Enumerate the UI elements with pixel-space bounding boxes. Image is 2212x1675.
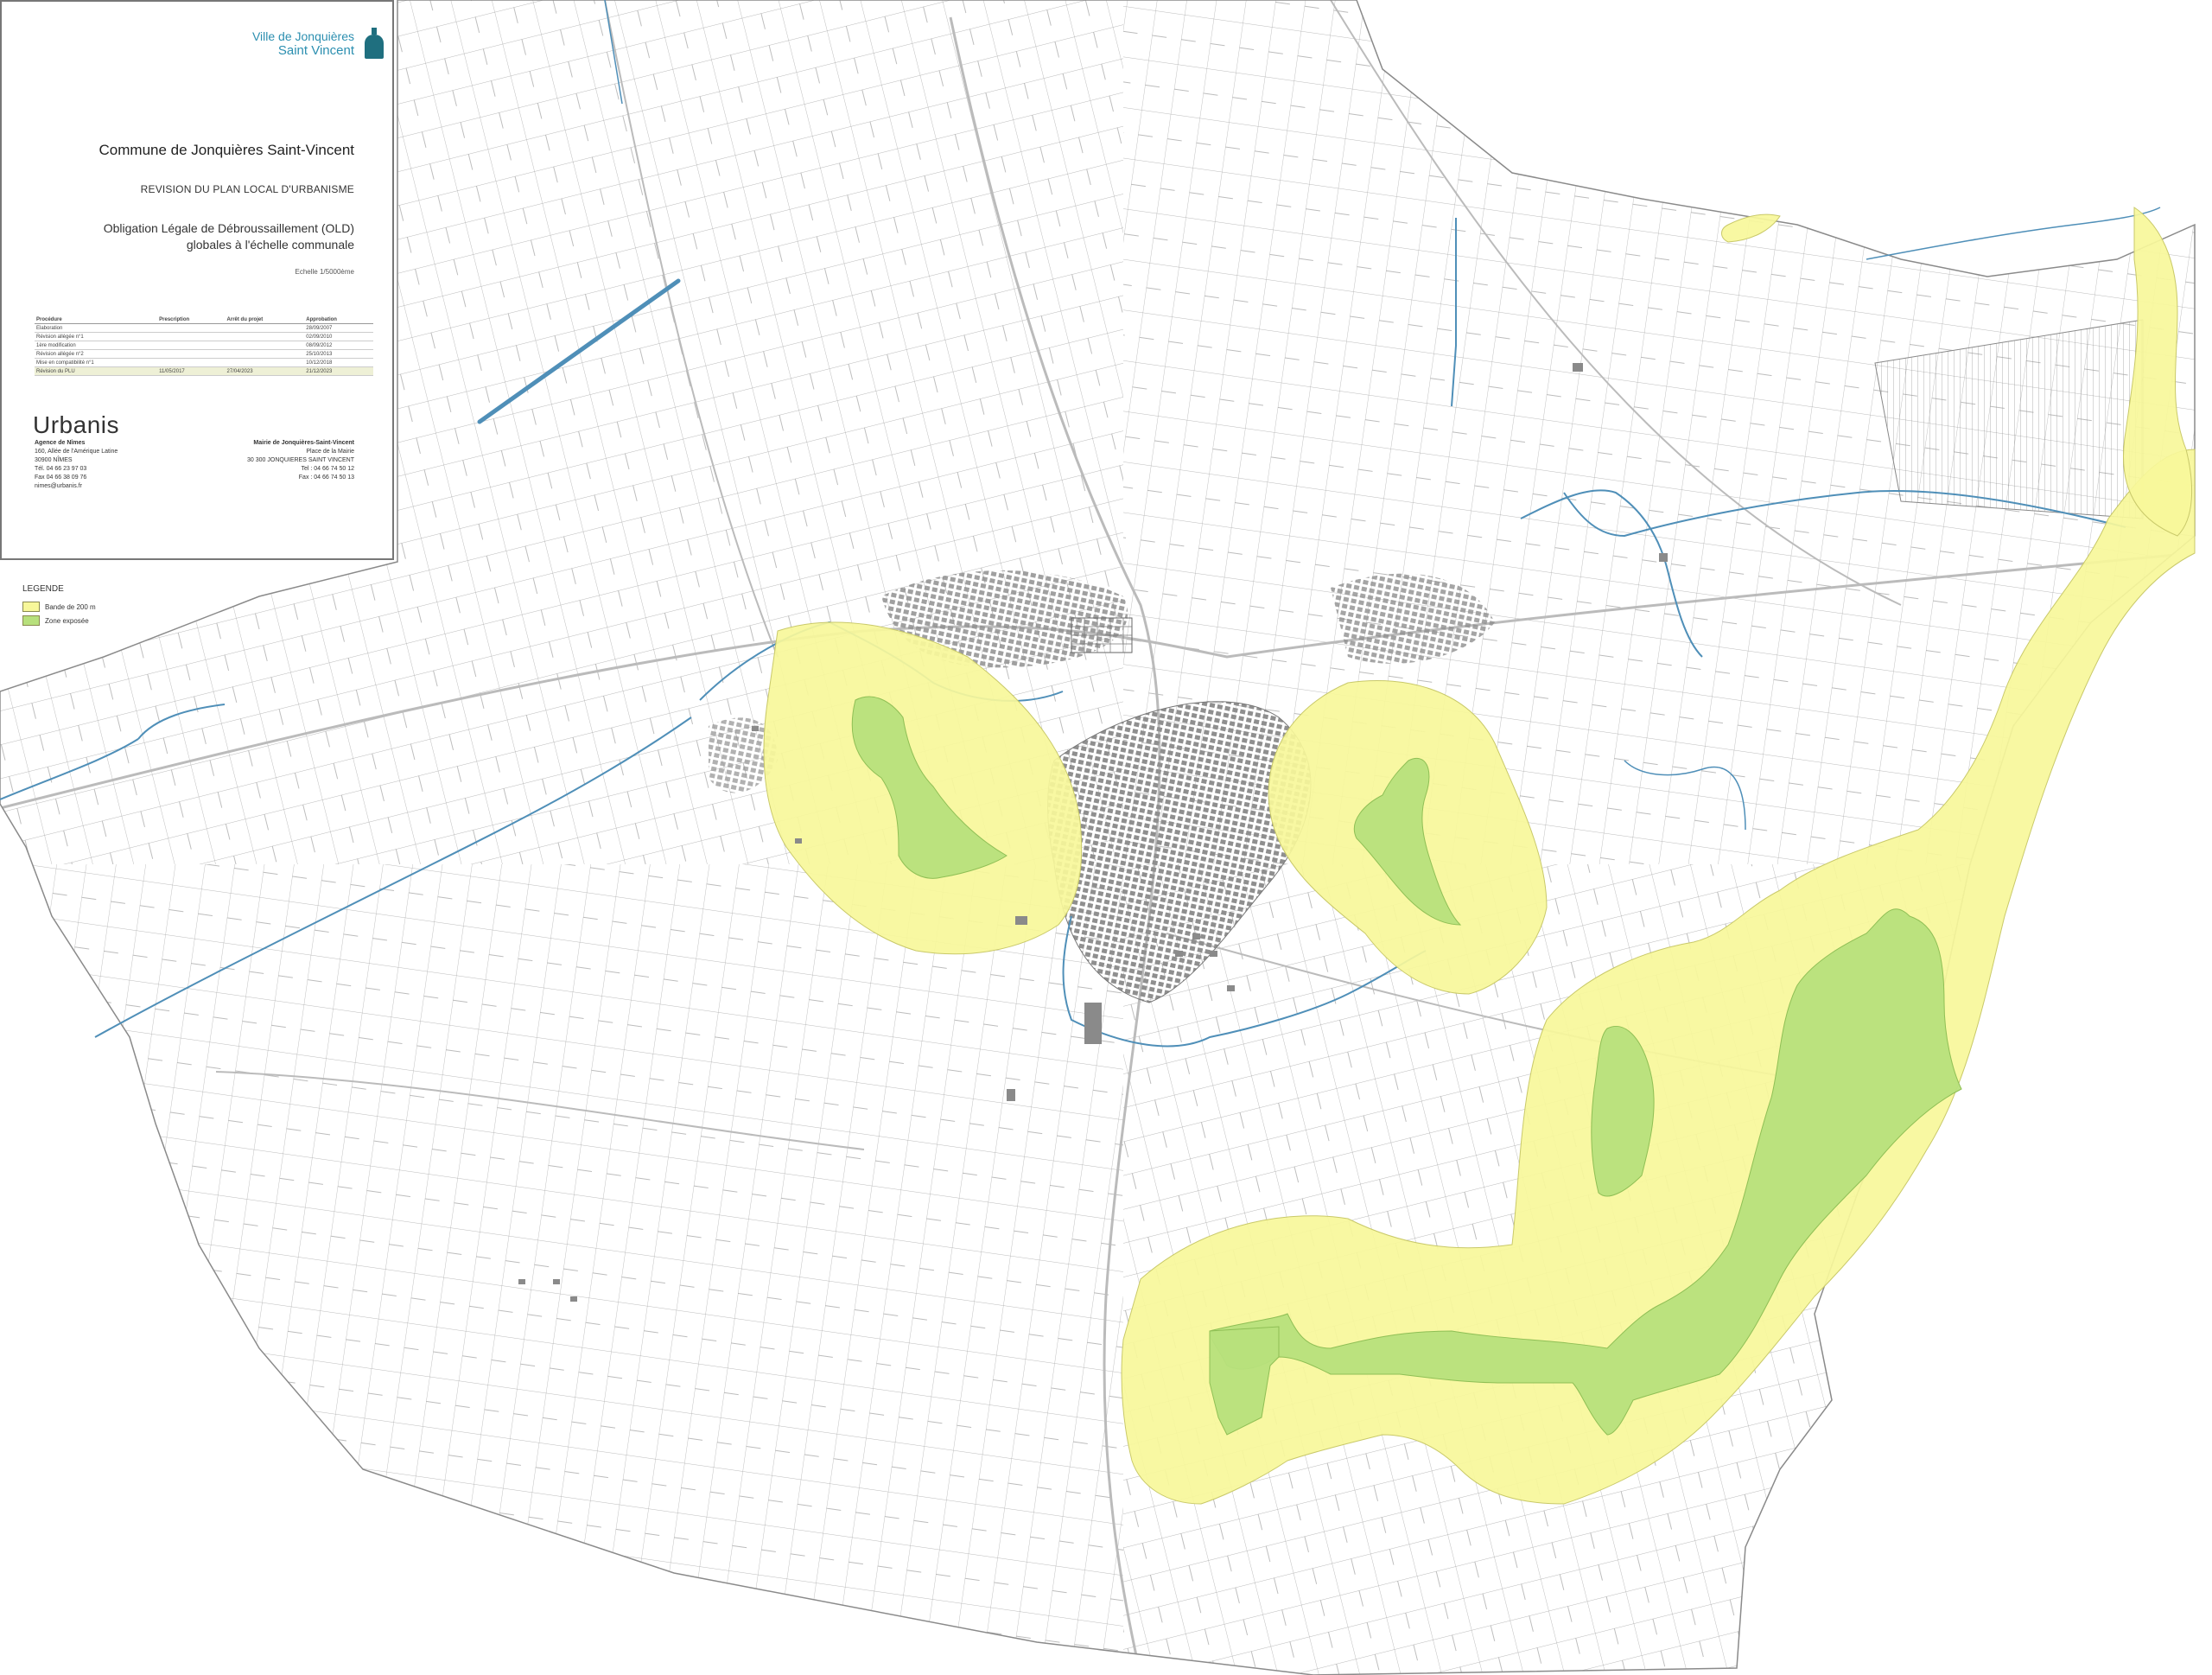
legend-title: LEGENDE	[22, 584, 64, 594]
table-cell: 08/09/2012	[304, 341, 373, 350]
table-cell: 28/09/2007	[304, 323, 373, 333]
table-cell	[225, 349, 305, 359]
table-cell	[225, 358, 305, 367]
map-scale: Echelle 1/5000ème	[295, 268, 355, 276]
table-cell: 1ère modification	[35, 341, 158, 350]
table-cell	[225, 341, 305, 350]
table-cell: 10/12/2018	[304, 358, 373, 367]
map-title-old: Obligation Légale de Débroussaillement (…	[104, 220, 354, 253]
church-icon	[365, 28, 384, 59]
mairie-name: Mairie de Jonquières-Saint-Vincent	[253, 440, 354, 446]
agency-address: 160, Allée de l'Amérique Latine	[35, 449, 118, 455]
col-header: Procédure	[35, 316, 158, 324]
mairie-tel: Tel : 04 66 74 50 12	[301, 466, 355, 472]
legend-item-exposed: Zone exposée	[22, 615, 96, 627]
procedure-table-header: Procédure Prescription Arrêt du projet A…	[35, 316, 373, 324]
agency-name: Agence de Nîmes	[35, 440, 86, 446]
legend-label-exposed: Zone exposée	[45, 616, 89, 625]
table-cell	[157, 323, 226, 333]
logo-text-line2: Saint Vincent	[277, 43, 354, 58]
table-cell	[157, 358, 226, 367]
map-title-old-line2: globales à l'échelle communale	[186, 238, 354, 252]
legend-swatch-exposed	[22, 615, 40, 626]
table-row: Révision allégée n°1 02/09/2010	[35, 332, 373, 341]
table-cell: 25/10/2013	[304, 349, 373, 359]
table-cell	[157, 349, 226, 359]
map-title-commune: Commune de Jonquières Saint-Vincent	[99, 142, 354, 158]
table-cell: 27/04/2023	[225, 366, 305, 376]
table-cell: 11/05/2017	[157, 366, 226, 376]
table-cell: Elaboration	[35, 323, 158, 333]
logo-text-line1: Ville de Jonquières	[251, 29, 354, 43]
table-row: Révision allégée n°2 25/10/2013	[35, 349, 373, 359]
title-panel: Ville de Jonquières Saint Vincent Commun…	[0, 0, 394, 560]
col-header: Arrêt du projet	[225, 316, 305, 324]
agency-fax: Fax 04 66 38 09 76	[35, 474, 87, 481]
agency-city: 30900 NÎMES	[35, 457, 73, 463]
table-cell: Mise en compatibilité n°1	[35, 358, 158, 367]
mairie-fax: Fax : 04 66 74 50 13	[298, 474, 354, 481]
agency-email: nimes@urbanis.fr	[35, 483, 82, 489]
col-header: Prescription	[157, 316, 226, 324]
table-row: 1ère modification 08/09/2012	[35, 341, 373, 350]
legend-label-band: Bande de 200 m	[45, 602, 96, 611]
table-row: Mise en compatibilité n°1 10/12/2018	[35, 358, 373, 367]
urbanis-logo: Urbanis	[33, 411, 119, 438]
table-row: Elaboration 28/09/2007	[35, 323, 373, 333]
table-cell: 02/09/2010	[304, 332, 373, 341]
col-header: Approbation	[304, 316, 373, 324]
legend-swatch-band	[22, 602, 40, 612]
mairie-city: 30 300 JONQUIERES SAINT VINCENT	[247, 457, 354, 463]
agency-contact: Agence de Nîmes 160, Allée de l'Amérique…	[35, 439, 118, 491]
mairie-address: Place de la Mairie	[306, 449, 354, 455]
map-title-old-line1: Obligation Légale de Débroussaillement (…	[103, 221, 354, 235]
table-cell	[157, 332, 226, 341]
table-row: Révision du PLU 11/05/2017 27/04/2023 21…	[35, 366, 373, 376]
table-cell	[225, 332, 305, 341]
table-cell: Révision du PLU	[35, 366, 158, 376]
agency-tel: Tél. 04 66 23 97 03	[35, 466, 87, 472]
table-cell	[157, 341, 226, 350]
table-cell: 21/12/2023	[304, 366, 373, 376]
table-cell: Révision allégée n°2	[35, 349, 158, 359]
table-cell: Révision allégée n°1	[35, 332, 158, 341]
mairie-contact: Mairie de Jonquières-Saint-Vincent Place…	[247, 439, 354, 482]
legend-item-band: Bande de 200 m	[22, 601, 96, 613]
map-title-revision: REVISION DU PLAN LOCAL D'URBANISME	[140, 183, 354, 195]
commune-logo: Ville de Jonquières Saint Vincent	[251, 28, 384, 59]
map-legend: LEGENDE Bande de 200 m Zone exposée	[22, 584, 96, 628]
procedure-table: Procédure Prescription Arrêt du projet A…	[35, 316, 373, 376]
table-cell	[225, 323, 305, 333]
